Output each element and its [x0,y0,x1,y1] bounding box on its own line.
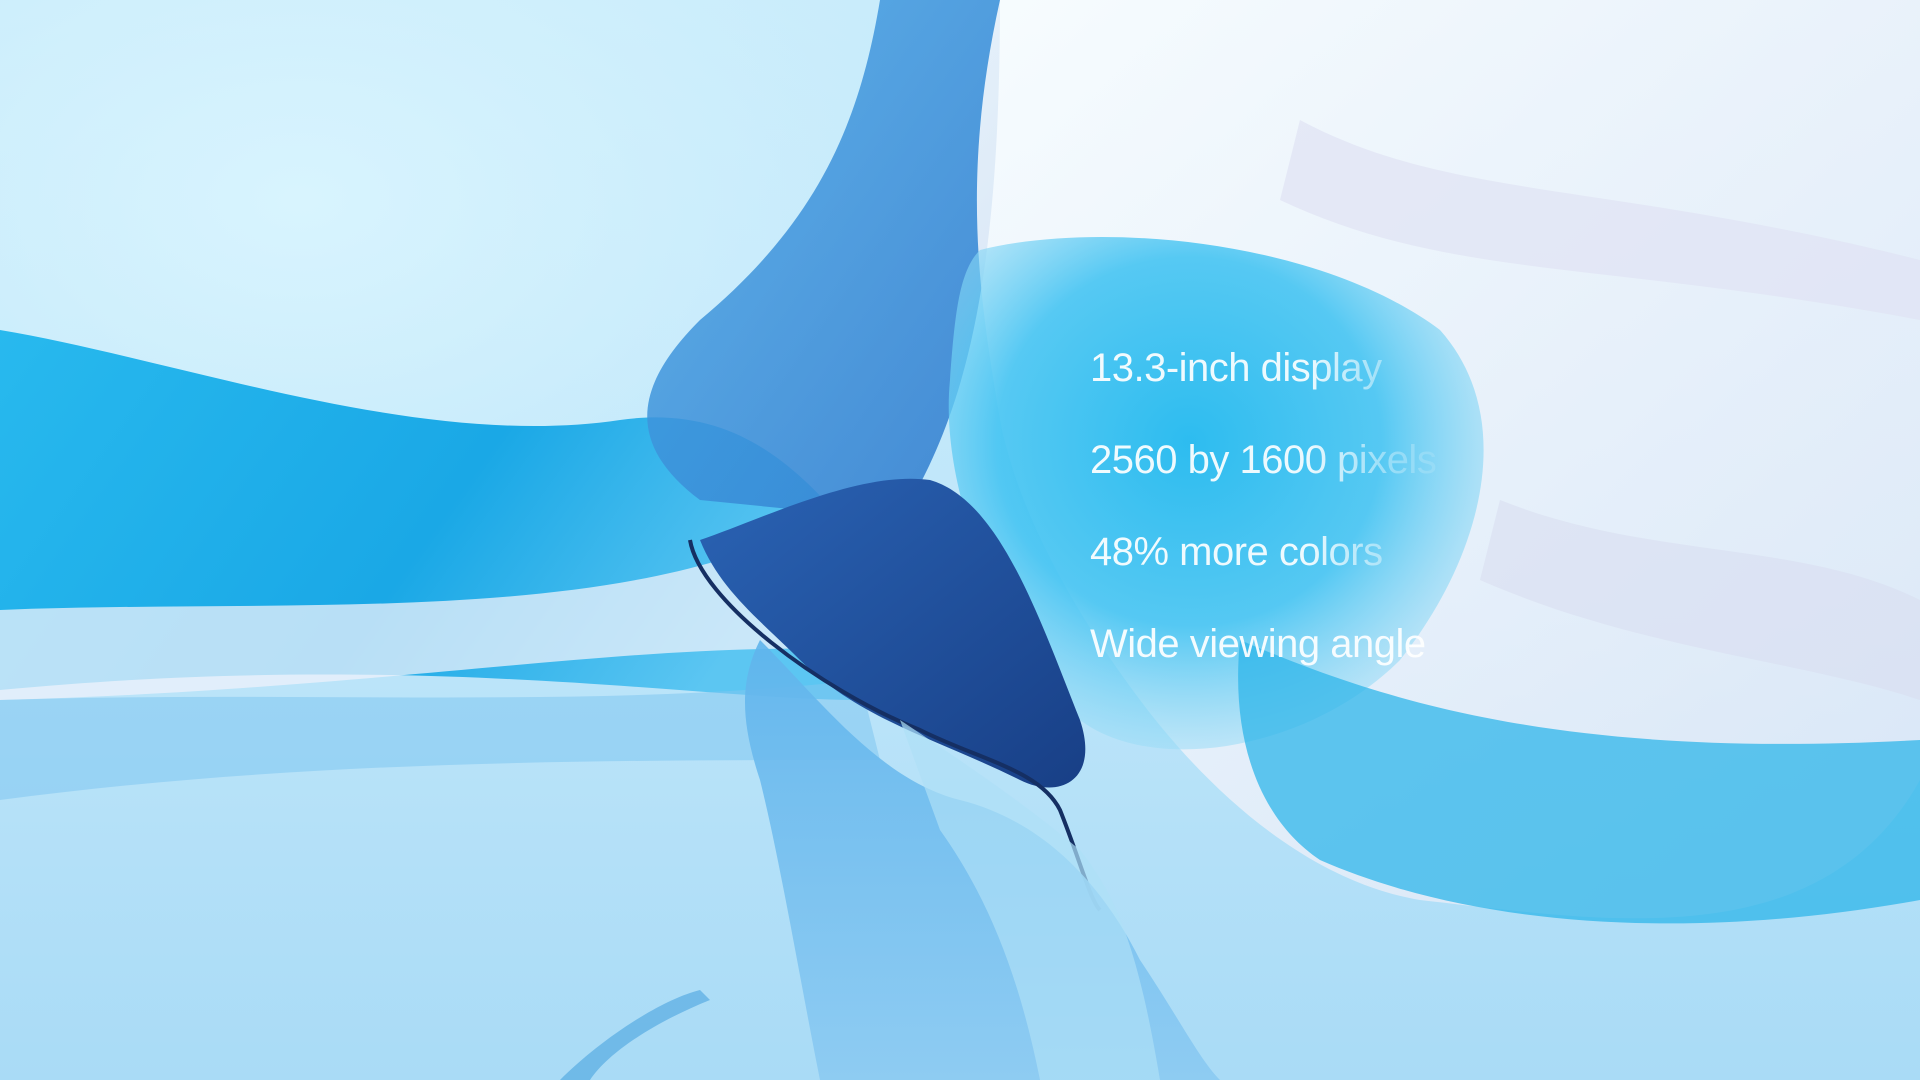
fabric-background-scene [0,0,1920,1080]
spec-screen-size: 13.3-inch display [1090,340,1610,432]
spec-color-gamut: 48% more colors [1090,524,1610,616]
spec-viewing-angle: Wide viewing angle [1090,616,1610,708]
flowing-fabric-illustration [0,0,1920,1080]
display-spec-list: 13.3-inch display 2560 by 1600 pixels 48… [1090,340,1610,708]
spec-resolution: 2560 by 1600 pixels [1090,432,1610,524]
